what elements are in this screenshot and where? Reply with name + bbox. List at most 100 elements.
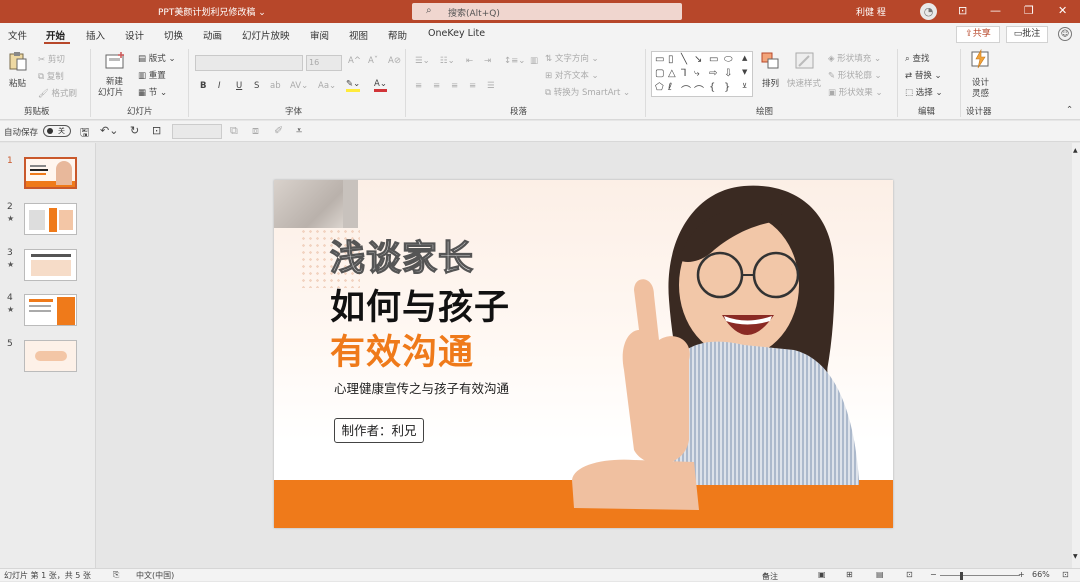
tab-onekey[interactable]: OneKey Lite <box>428 28 485 39</box>
shape-fill-button[interactable]: ◈ 形状填充 ⌄ <box>828 52 881 64</box>
tab-insert[interactable]: 插入 <box>86 28 105 42</box>
curve-icon[interactable]: ⌒ <box>681 82 691 97</box>
eyedropper-icon[interactable]: ✐ <box>274 124 283 137</box>
feedback-smile-icon[interactable]: ☺ <box>1058 27 1072 41</box>
reading-view-icon[interactable]: ▤ <box>876 570 884 579</box>
brace-right-icon[interactable]: } <box>724 82 730 93</box>
comment-button[interactable]: ▭批注 <box>1006 26 1048 43</box>
ribbon-display-options-icon[interactable]: ⊡ <box>958 4 967 17</box>
smartart-button[interactable]: ⧉ 转换为 SmartArt ⌄ <box>545 86 630 98</box>
select-button[interactable]: ⬚ 选择 ⌄ <box>905 86 943 98</box>
zoom-out-icon[interactable]: − <box>930 570 937 579</box>
clear-format-icon[interactable]: A⊘ <box>388 56 401 66</box>
normal-view-icon[interactable]: ▣ <box>818 570 826 579</box>
rectangle-shape-icon[interactable]: ▭ <box>709 54 718 65</box>
restore-button[interactable]: ❐ <box>1024 4 1034 17</box>
elbow-connector-icon[interactable]: ⅂ <box>681 68 687 79</box>
tab-help[interactable]: 帮助 <box>388 28 407 42</box>
grow-font-icon[interactable]: A^ <box>348 56 361 66</box>
decrease-indent-icon[interactable]: ⇤ <box>466 56 473 66</box>
italic-button[interactable]: I <box>218 81 221 91</box>
slide-thumbnail-2[interactable] <box>24 203 77 235</box>
layout-button[interactable]: ▤ 版式 ⌄ <box>138 52 176 64</box>
present-icon[interactable]: ⊡ <box>152 124 161 137</box>
scroll-down-icon[interactable]: ▼ <box>1073 553 1078 560</box>
char-spacing-icon[interactable]: AV⌄ <box>290 81 308 91</box>
language-indicator[interactable]: 中文(中国) <box>136 570 174 581</box>
new-slide-label-2[interactable]: 幻灯片 <box>98 86 124 98</box>
user-name[interactable]: 利健 程 <box>856 5 886 18</box>
slide-thumbnail-1[interactable] <box>24 157 77 189</box>
slide-thumbnail-4[interactable] <box>24 294 77 326</box>
gallery-more-icon[interactable]: ⊻ <box>742 82 747 90</box>
increase-indent-icon[interactable]: ⇥ <box>484 56 491 66</box>
tab-file[interactable]: 文件 <box>8 28 27 42</box>
arrow-line-icon[interactable]: ↘ <box>694 54 702 65</box>
tab-transitions[interactable]: 切换 <box>164 28 183 42</box>
paste-button[interactable]: 粘贴 <box>9 77 26 89</box>
shape-effects-button[interactable]: ▣ 形状效果 ⌄ <box>828 86 883 98</box>
change-case-icon[interactable]: Aa⌄ <box>318 81 336 91</box>
shrink-font-icon[interactable]: Aˇ <box>368 56 378 66</box>
arrange-button[interactable]: 排列 <box>762 77 779 89</box>
columns-icon[interactable]: ▥ <box>530 56 538 66</box>
fit-slide-icon[interactable]: ⊡ <box>1062 570 1069 579</box>
group-objects-icon[interactable]: ⧉ <box>230 124 238 138</box>
design-ideas-label-2[interactable]: 灵感 <box>972 87 989 99</box>
distributed-icon[interactable]: ☰ <box>487 81 495 91</box>
highlight-icon[interactable]: ✎⌄ <box>346 79 361 92</box>
current-slide[interactable]: 浅谈家长 如何与孩子 有效沟通 心理健康宣传之与孩子有效沟通 制作者：利兄 <box>274 180 893 528</box>
slide-thumbnail-5[interactable] <box>24 340 77 372</box>
freeform-icon[interactable]: ⬠ <box>655 82 664 93</box>
save-icon[interactable]: 🖫 <box>80 124 89 143</box>
ungroup-icon[interactable]: ⧈ <box>252 124 259 138</box>
slide-title-line-3[interactable]: 有效沟通 <box>330 324 474 375</box>
bold-button[interactable]: B <box>200 81 206 91</box>
triangle-shape-icon[interactable]: △ <box>668 68 676 79</box>
font-name-combobox[interactable] <box>195 55 303 71</box>
scroll-up-icon[interactable]: ▲ <box>1073 147 1078 154</box>
font-color-icon[interactable]: A⌄ <box>374 79 387 92</box>
minimize-button[interactable]: — <box>990 4 1001 17</box>
arc-icon[interactable]: ⌒ <box>694 82 704 97</box>
line-spacing-icon[interactable]: ↕≡⌄ <box>504 56 525 66</box>
tab-view[interactable]: 视图 <box>349 28 368 42</box>
down-arrow-icon[interactable]: ⇩ <box>724 68 732 79</box>
font-size-combobox[interactable]: 16 <box>306 55 342 71</box>
designer-icon[interactable] <box>969 49 991 69</box>
document-title[interactable]: PPT美颜计划利兄修改稿 ⌄ <box>158 5 266 18</box>
tab-animations[interactable]: 动画 <box>203 28 222 42</box>
undo-icon[interactable]: ↶⌄ <box>100 124 118 137</box>
tab-home[interactable]: 开始 <box>46 28 65 42</box>
slide-title-line-1[interactable]: 浅谈家长 <box>329 230 474 281</box>
tab-design[interactable]: 设计 <box>125 28 144 42</box>
text-direction-button[interactable]: ⇅ 文字方向 ⌄ <box>545 52 599 64</box>
share-button[interactable]: ⇪共享 <box>956 26 1000 43</box>
align-left-icon[interactable]: ≡ <box>415 81 422 91</box>
reset-button[interactable]: ▥ 重置 <box>138 69 166 81</box>
textbox-shape-icon[interactable]: ▭ <box>655 54 664 65</box>
format-painter-button[interactable]: 🖌 格式刷 <box>38 87 77 99</box>
tab-review[interactable]: 审阅 <box>310 28 329 42</box>
gallery-scroll-down-icon[interactable]: ▼ <box>742 68 747 76</box>
section-button[interactable]: ▦ 节 ⌄ <box>138 86 167 98</box>
customize-qat-icon[interactable]: ⩡ <box>296 124 302 138</box>
vertical-scrollbar[interactable]: ▲ ▼ <box>1072 143 1080 568</box>
right-arrow-icon[interactable]: ⇨ <box>709 68 717 79</box>
find-button[interactable]: ⌕ 查找 <box>905 52 929 64</box>
underline-button[interactable]: U <box>236 81 242 91</box>
avatar[interactable]: ◔ <box>920 3 937 20</box>
quick-styles-icon[interactable] <box>794 51 816 71</box>
align-right-icon[interactable]: ≡ <box>451 81 458 91</box>
curved-connector-icon[interactable]: ⤷ <box>694 68 700 79</box>
zoom-slider-thumb[interactable] <box>960 572 963 580</box>
close-button[interactable]: ✕ <box>1058 4 1067 17</box>
shapes-gallery[interactable]: ▭ ▯ ╲ ↘ ▭ ⬭ ▢ △ ⅂ ⤷ ⇨ ⇩ ⬠ ℓ ⌒ ⌒ { } ▲ ▼ … <box>651 51 753 97</box>
arrange-icon[interactable] <box>760 51 782 71</box>
autosave-toggle[interactable]: 关 <box>43 125 71 137</box>
vertical-textbox-icon[interactable]: ▯ <box>668 54 674 65</box>
shape-outline-button[interactable]: ✎ 形状轮廓 ⌄ <box>828 69 882 81</box>
slide-author-box[interactable]: 制作者：利兄 <box>334 418 424 443</box>
justify-icon[interactable]: ≡ <box>469 81 476 91</box>
strikethrough-button[interactable]: S <box>254 81 259 91</box>
